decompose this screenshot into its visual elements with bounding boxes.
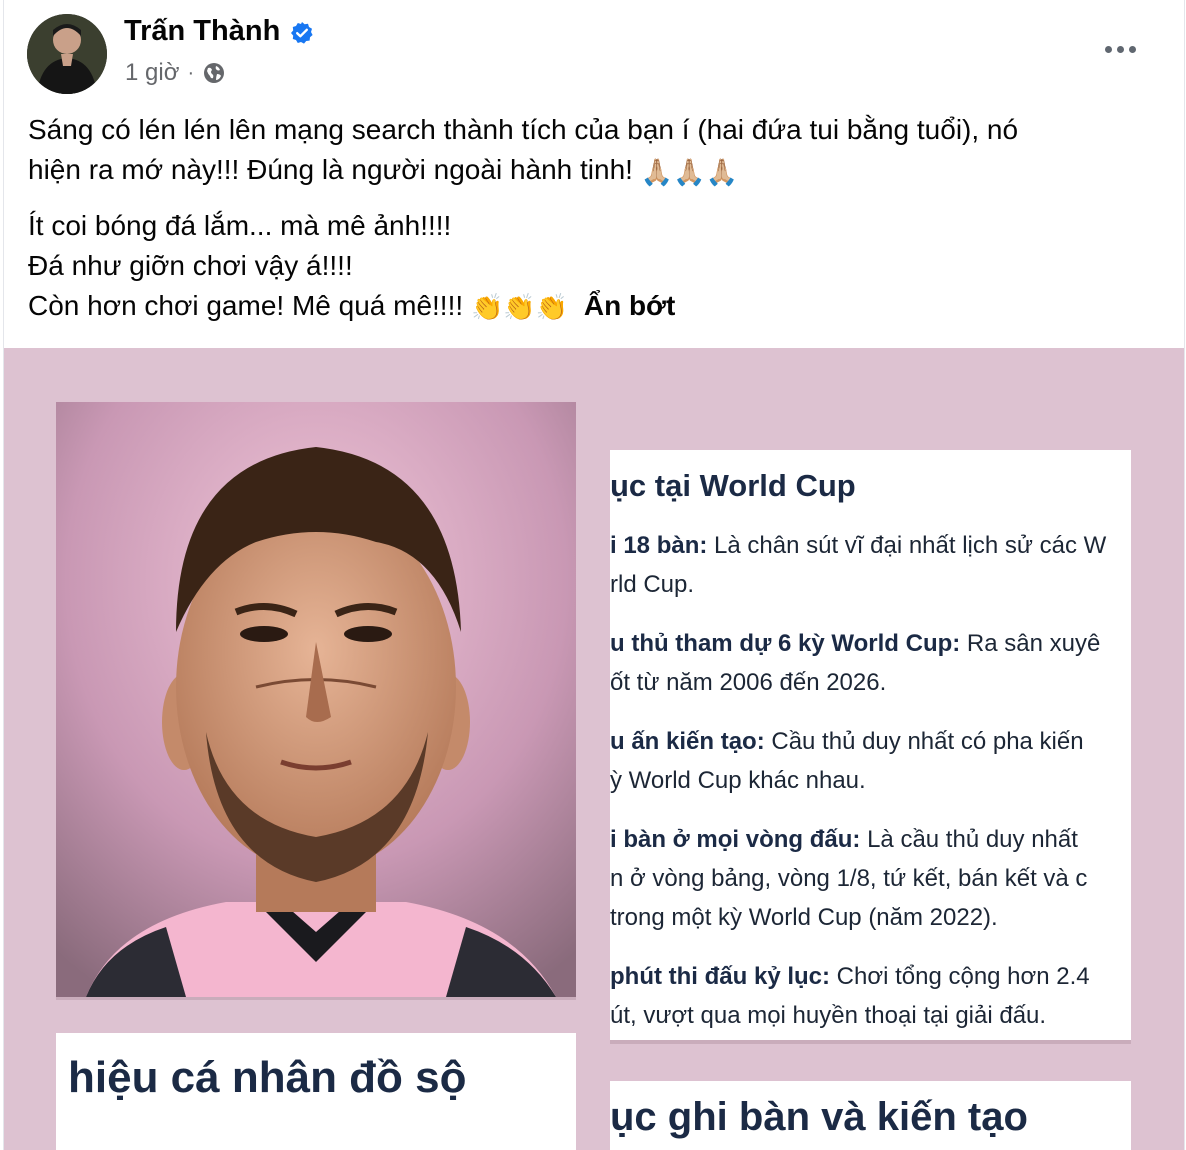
record-item-text: Là chân sút vĩ đại nhất lịch sử các W	[707, 532, 1107, 559]
more-dot	[1128, 45, 1136, 53]
record-item-cont: út, vượt qua mọi huyền thoại tại giải đấ…	[610, 1002, 1047, 1029]
more-dot	[1116, 45, 1124, 53]
post-paragraph-1: Sáng có lén lén lên mạng search thành tí…	[28, 110, 1158, 192]
globe-icon[interactable]	[202, 61, 226, 85]
record-item-cont: ỳ World Cup khác nhau.	[610, 767, 866, 794]
record-item-bold: i bàn ở mọi vòng đấu:	[610, 826, 861, 853]
record-item-text: Chơi tổng cộng hơn 2.4	[830, 963, 1090, 990]
personal-achievements-panel: hiệu cá nhân đồ sộ	[56, 1033, 576, 1150]
verified-badge-icon	[290, 20, 314, 44]
post-line-3: Ít coi bóng đá lắm... mà mê ảnh!!!!	[28, 209, 452, 241]
record-item-bold: u thủ tham dự 6 kỳ World Cup:	[610, 630, 961, 657]
post-media[interactable]: ục tại World Cup i 18 bàn: Là chân sút v…	[4, 348, 1184, 1150]
world-cup-panel-title: ục tại World Cup	[610, 468, 856, 503]
more-options-icon[interactable]	[1100, 34, 1140, 64]
clap-emoji-icon: 👏👏👏	[470, 292, 569, 323]
author-name[interactable]: Trấn Thành	[124, 15, 314, 48]
post-header: Trấn Thành 1 giờ ·	[4, 0, 1184, 100]
record-item: i bàn ở mọi vòng đấu: Là cầu thủ duy nhấ…	[610, 820, 1131, 937]
post-meta: 1 giờ ·	[125, 59, 226, 87]
record-item-text: Ra sân xuyê	[960, 630, 1101, 657]
goals-assists-panel: ục ghi bàn và kiến tạo	[610, 1081, 1131, 1150]
meta-separator: ·	[187, 61, 195, 84]
pray-emoji-icon: 🙏🏼🙏🏼🙏🏼	[640, 156, 738, 187]
post-time[interactable]: 1 giờ	[125, 59, 179, 87]
post-line-5: Còn hơn chơi game! Mê quá mê!!!!	[28, 289, 464, 321]
post-line-2: hiện ra mớ này!!! Đúng là người ngoài hà…	[28, 154, 633, 185]
record-item-text: Cầu thủ duy nhất có pha kiến	[764, 728, 1084, 755]
more-dot	[1104, 45, 1112, 53]
record-item-cont: n ở vòng bảng, vòng 1/8, tứ kết, bán kết…	[610, 865, 1088, 892]
record-item: u ấn kiến tạo: Cầu thủ duy nhất có pha k…	[610, 722, 1131, 800]
record-item: i 18 bàn: Là chân sút vĩ đại nhất lịch s…	[610, 526, 1131, 604]
record-item-bold: i 18 bàn:	[610, 532, 708, 559]
post-paragraph-2: Ít coi bóng đá lắm... mà mê ảnh!!!! Đá n…	[28, 206, 1158, 328]
record-item-bold: u ấn kiến tạo:	[610, 728, 765, 755]
record-item: u thủ tham dự 6 kỳ World Cup: Ra sân xuy…	[610, 624, 1131, 702]
record-item-text: Là cầu thủ duy nhất	[860, 826, 1078, 853]
record-item-cont: ốt từ năm 2006 đến 2026.	[610, 669, 887, 696]
post-text: Sáng có lén lén lên mạng search thành tí…	[28, 110, 1158, 341]
record-item-cont: rld Cup.	[610, 571, 695, 598]
author-avatar[interactable]	[27, 14, 107, 94]
world-cup-records-panel: ục tại World Cup i 18 bàn: Là chân sút v…	[610, 450, 1131, 1044]
see-less-button[interactable]: Ẩn bớt	[584, 290, 675, 321]
post-card: Trấn Thành 1 giờ · Sáng có lén lén lên m…	[3, 0, 1185, 1150]
record-item-cont2: trong một kỳ World Cup (năm 2022).	[610, 904, 998, 931]
post-line-1: Sáng có lén lén lên mạng search thành tí…	[28, 114, 1019, 145]
record-item: phút thi đấu kỷ lục: Chơi tổng cộng hơn …	[610, 957, 1131, 1035]
record-item-bold: phút thi đấu kỷ lục:	[610, 963, 830, 990]
author-name-text[interactable]: Trấn Thành	[124, 15, 280, 48]
personal-achievements-heading: hiệu cá nhân đồ sộ	[68, 1053, 467, 1102]
goals-assists-heading: ục ghi bàn và kiến tạo	[610, 1095, 1028, 1139]
player-photo[interactable]	[56, 402, 576, 1000]
world-cup-records-list: i 18 bàn: Là chân sút vĩ đại nhất lịch s…	[610, 526, 1131, 1040]
post-line-4: Đá như giỡn chơi vậy á!!!!	[28, 249, 353, 281]
